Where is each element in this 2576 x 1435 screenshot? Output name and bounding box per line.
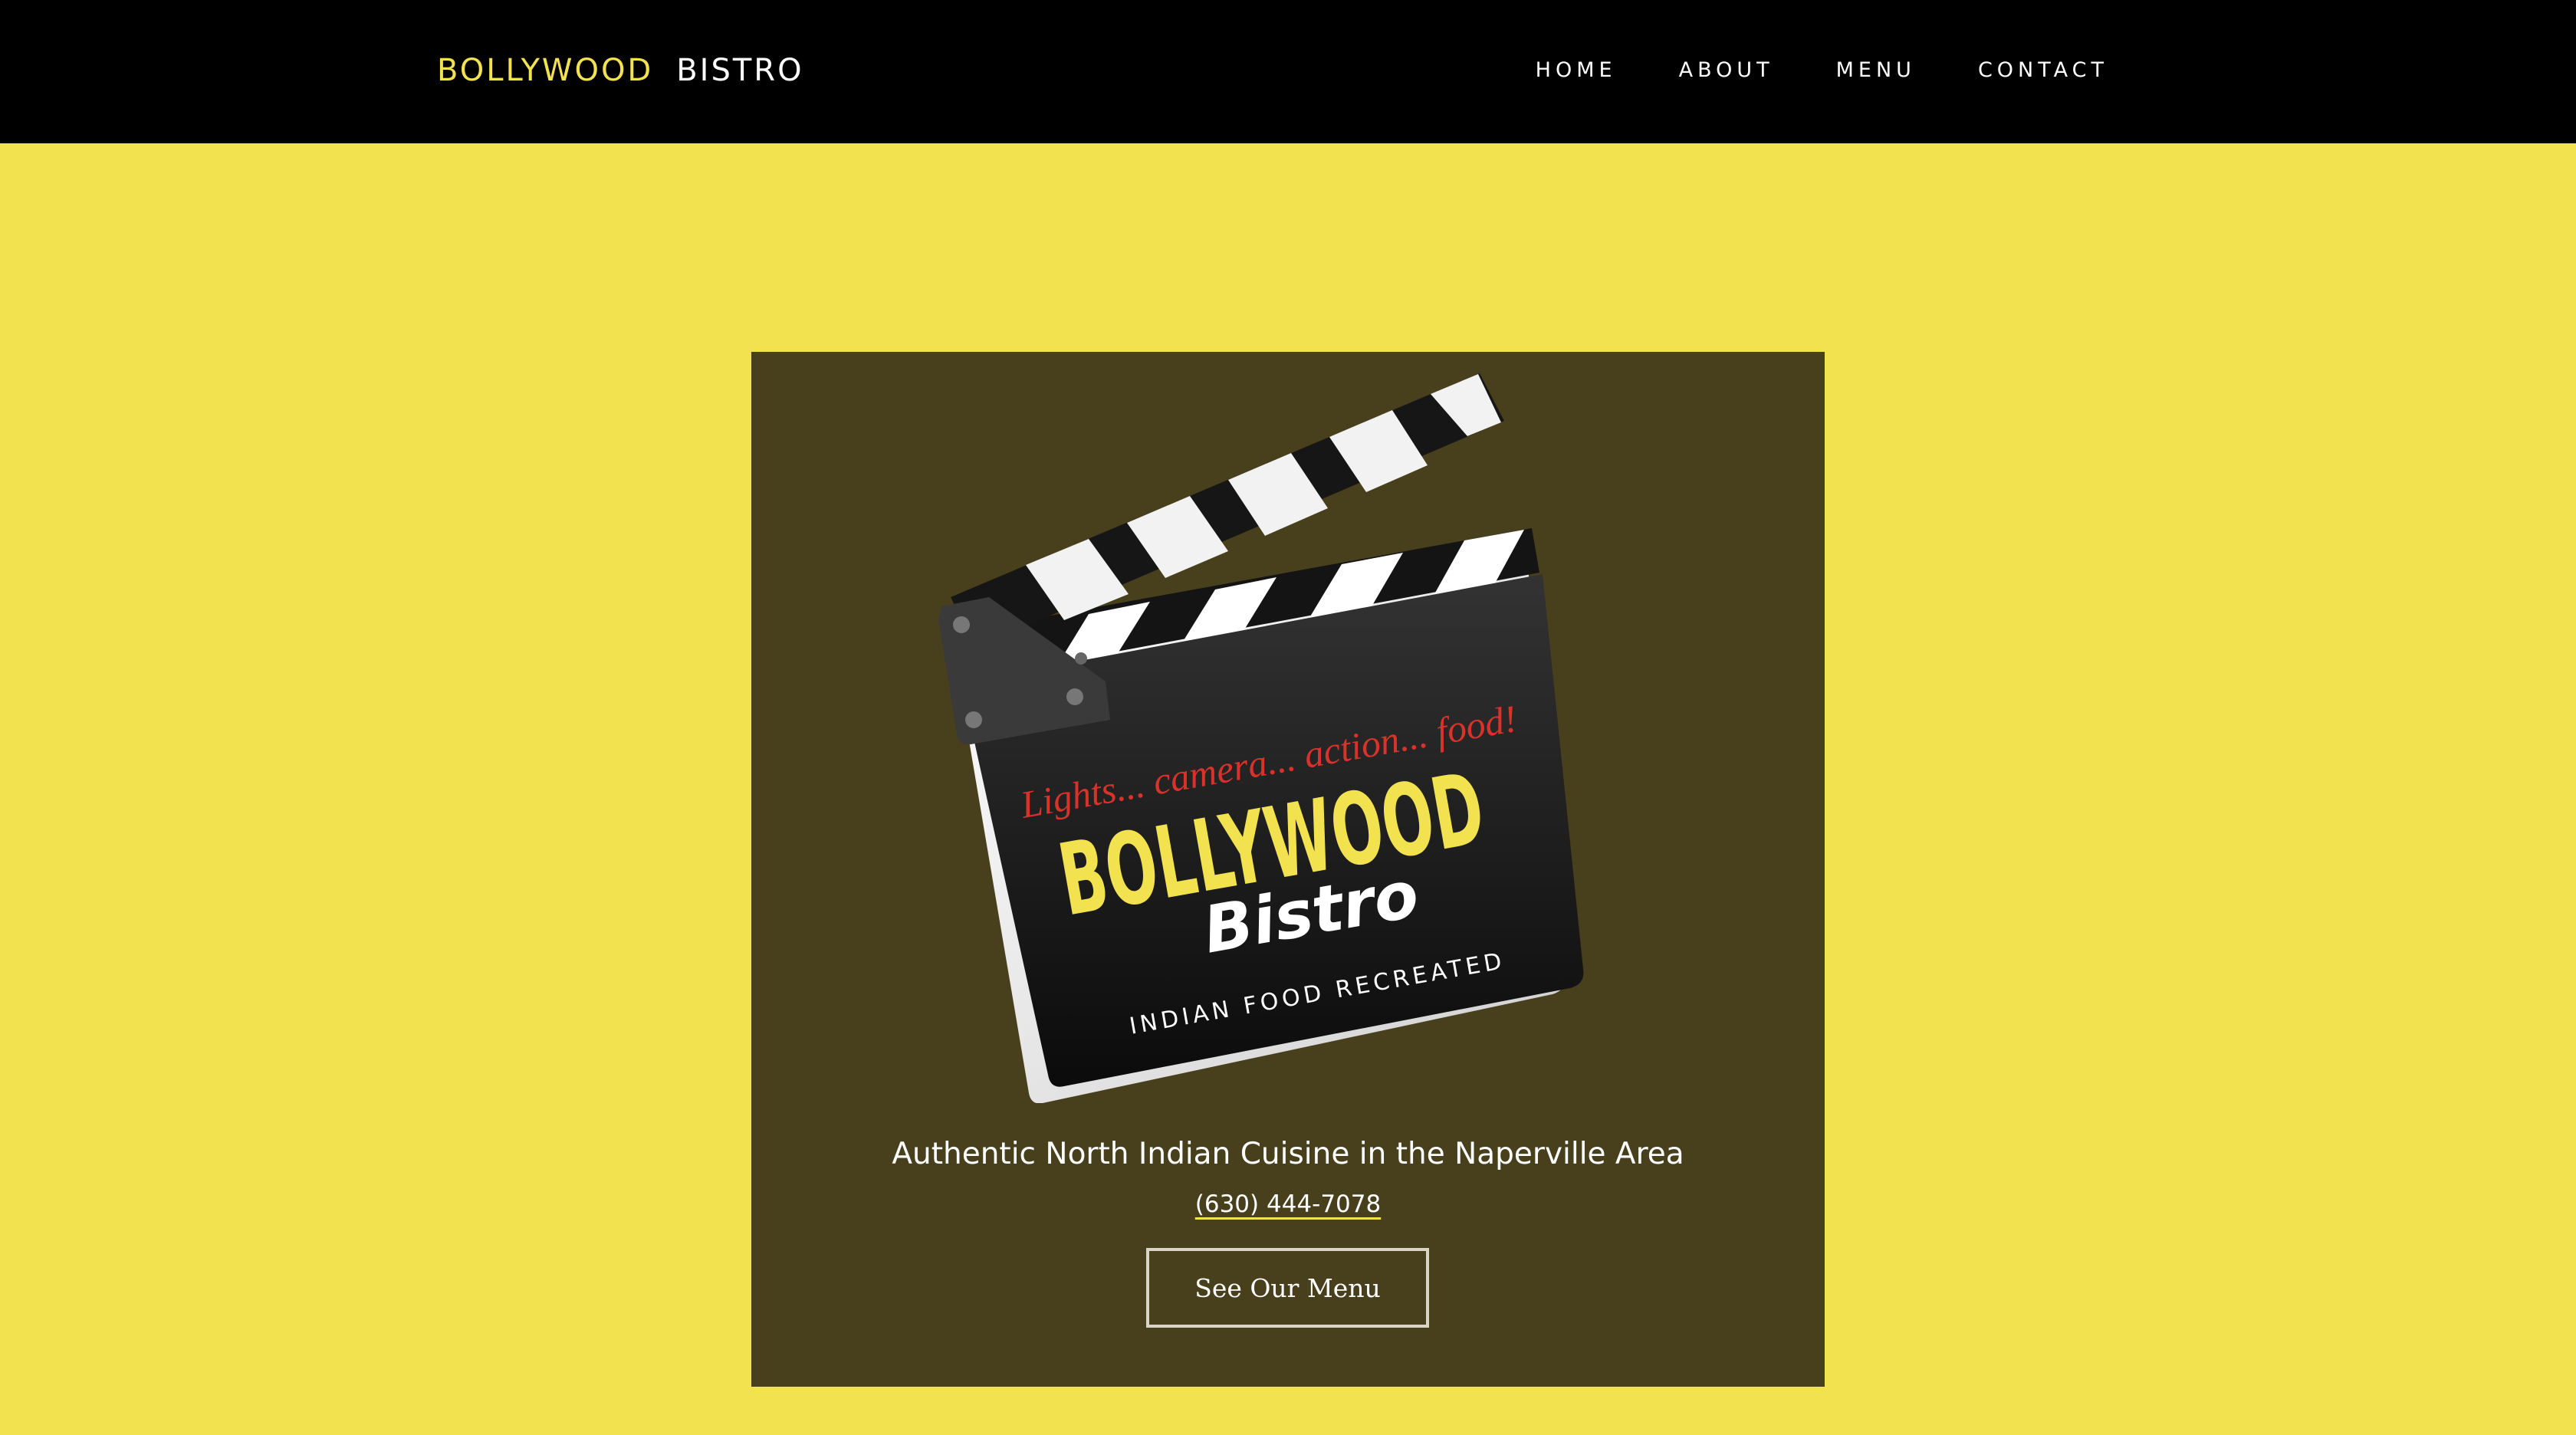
brand-name-bollywood: BOLLYWOOD <box>437 53 654 88</box>
see-menu-button[interactable]: See Our Menu <box>1146 1248 1429 1328</box>
hero-panel: Lights... camera... action... food! BOLL… <box>751 352 1825 1387</box>
phone-container: (630) 444-7078 <box>751 1187 1825 1221</box>
clapperboard-illustration: Lights... camera... action... food! BOLL… <box>938 373 1584 1103</box>
hero-tagline: Authentic North Indian Cuisine in the Na… <box>892 1137 1684 1171</box>
brand-name-bistro: BISTRO <box>676 53 804 88</box>
clapperboard-logo: Lights... camera... action... food! BOLL… <box>938 373 1584 1103</box>
site-header: BOLLYWOOD BISTRO HOME ABOUT MENU CONTACT <box>0 0 2576 143</box>
phone-link[interactable]: (630) 444-7078 <box>1195 1190 1381 1218</box>
nav-link-home[interactable]: HOME <box>1536 57 1617 84</box>
nav-link-menu[interactable]: MENU <box>1836 57 1916 84</box>
brand-logo-text[interactable]: BOLLYWOOD BISTRO <box>437 49 804 92</box>
nav-link-about[interactable]: ABOUT <box>1679 57 1774 84</box>
main-nav: HOME ABOUT MENU CONTACT <box>1536 57 2108 84</box>
nav-link-contact[interactable]: CONTACT <box>1978 57 2108 84</box>
